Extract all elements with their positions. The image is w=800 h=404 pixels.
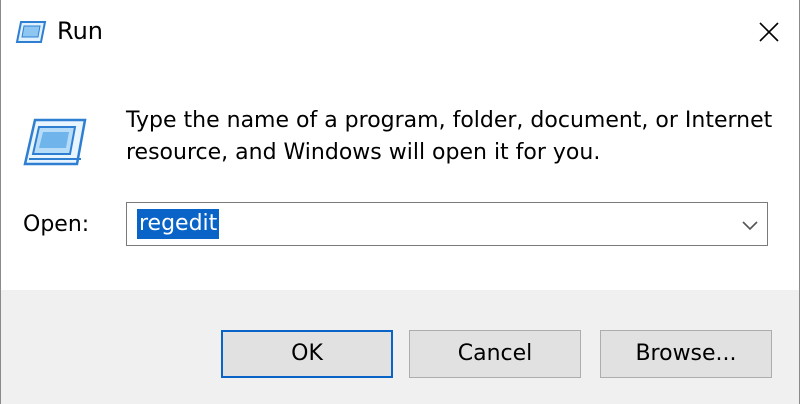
run-large-icon — [21, 116, 87, 168]
browse-button[interactable]: Browse... — [600, 330, 772, 378]
run-dialog: Run Type the name of a program, folder, … — [0, 0, 800, 404]
window-title: Run — [57, 17, 104, 45]
run-icon — [15, 20, 47, 44]
button-bar: OK Cancel Browse... — [1, 290, 799, 404]
cancel-button[interactable]: Cancel — [409, 330, 581, 378]
dialog-content: Type the name of a program, folder, docu… — [1, 64, 799, 290]
title-bar: Run — [1, 0, 799, 64]
ok-button[interactable]: OK — [221, 330, 393, 378]
close-icon — [759, 22, 779, 42]
open-label: Open: — [23, 212, 90, 237]
close-button[interactable] — [737, 8, 799, 54]
open-combobox[interactable]: regedit — [126, 202, 768, 246]
description-text: Type the name of a program, folder, docu… — [126, 108, 773, 165]
open-input-value[interactable]: regedit — [137, 209, 220, 239]
chevron-down-icon[interactable] — [741, 217, 759, 231]
